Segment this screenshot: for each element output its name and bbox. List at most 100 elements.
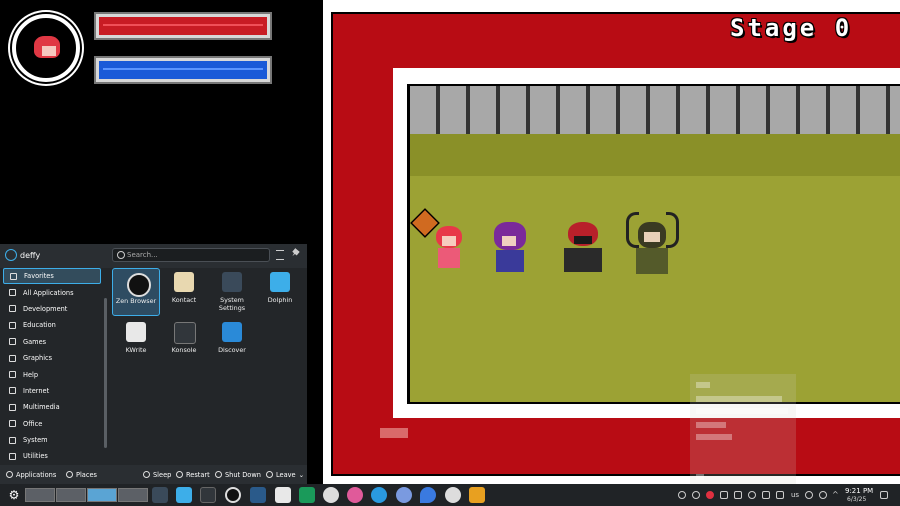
pin-icon[interactable] (290, 248, 300, 258)
store-icon (222, 322, 242, 342)
tab-applications[interactable]: Applications (6, 468, 56, 481)
settings-icon (222, 272, 242, 292)
launcher-footer: Applications Places Sleep Restart Shut D… (0, 465, 307, 484)
record-icon[interactable] (706, 491, 714, 499)
category-scrollbar[interactable] (104, 298, 107, 448)
document-icon (9, 420, 16, 428)
obs-icon[interactable] (445, 487, 461, 503)
search-icon (117, 251, 125, 259)
pager-desktop-4[interactable] (118, 488, 148, 502)
wifi-icon[interactable] (819, 491, 827, 499)
category-internet[interactable]: Internet (3, 383, 101, 399)
floor-shadow (410, 134, 900, 176)
app-kontact[interactable]: Kontact (160, 268, 208, 316)
disk-icon[interactable] (748, 491, 756, 499)
chevron-down-icon: ⌄ (298, 470, 305, 479)
username: deffy (20, 251, 41, 260)
category-help[interactable]: Help (3, 366, 101, 382)
media-icon (9, 403, 16, 411)
category-office[interactable]: Office (3, 416, 101, 432)
palette-icon (9, 354, 16, 362)
category-utilities[interactable]: Utilities (3, 448, 101, 461)
horned-character (626, 212, 679, 276)
app-kwrite[interactable]: KWrite (112, 318, 160, 366)
github-icon[interactable] (323, 487, 339, 503)
search-box[interactable] (112, 248, 270, 262)
zen-browser-icon (127, 273, 151, 297)
category-development[interactable]: Development (3, 301, 101, 317)
clipboard-icon[interactable] (734, 491, 742, 499)
category-all-applications[interactable]: All Applications (3, 284, 101, 300)
star-icon (10, 272, 17, 280)
app-dolphin[interactable]: Dolphin (256, 268, 304, 316)
toolbox-icon (9, 452, 16, 460)
send-icon[interactable] (720, 491, 728, 499)
leave-button[interactable]: Leave ⌄ (266, 468, 304, 481)
category-multimedia[interactable]: Multimedia (3, 399, 101, 415)
favorites-grid: Zen Browser Kontact System Settings Dolp… (110, 268, 307, 461)
corner-marker (380, 428, 408, 438)
settings-icon[interactable] (152, 487, 168, 503)
folder-icon[interactable] (176, 487, 192, 503)
mana-bar (94, 56, 272, 84)
book-icon (9, 321, 16, 329)
shutdown-button[interactable]: Shut Down (215, 468, 261, 481)
moon-icon (143, 471, 150, 478)
sleep-button[interactable]: Sleep (143, 468, 171, 481)
faded-context-menu (690, 374, 796, 484)
clock-time[interactable]: 9:21 PM (845, 487, 873, 495)
app-discover[interactable]: Discover (208, 318, 256, 366)
filter-icon[interactable] (276, 250, 284, 260)
category-favorites[interactable]: Favorites (3, 268, 101, 285)
android-studio-icon[interactable] (299, 487, 315, 503)
color-picker-icon[interactable] (347, 487, 363, 503)
folder-icon (270, 272, 290, 292)
power-icon (215, 471, 222, 478)
bell-icon[interactable] (678, 491, 686, 499)
telegram-icon[interactable] (371, 487, 387, 503)
category-system[interactable]: System (3, 432, 101, 448)
mage-character (488, 222, 532, 274)
avatar[interactable] (5, 249, 17, 261)
volume-icon[interactable] (762, 491, 770, 499)
kontact-icon (174, 272, 194, 292)
application-launcher: deffy Favorites All Applications Develop… (0, 244, 307, 484)
pager-desktop-1[interactable] (25, 488, 55, 502)
app-konsole[interactable]: Konsole (160, 318, 208, 366)
category-education[interactable]: Education (3, 317, 101, 333)
steam-icon[interactable] (692, 491, 700, 499)
bluetooth-icon[interactable] (805, 491, 813, 499)
keyboard-layout[interactable]: us (791, 491, 799, 499)
app-system-settings[interactable]: System Settings (208, 268, 256, 316)
tab-places[interactable]: Places (66, 468, 97, 481)
wrench-icon (9, 305, 16, 313)
gamepad-icon (9, 338, 16, 346)
globe-icon (9, 387, 16, 395)
search-input[interactable] (127, 249, 257, 261)
app-zen-browser[interactable]: Zen Browser (112, 268, 160, 316)
discord-icon[interactable] (396, 487, 412, 503)
category-games[interactable]: Games (3, 334, 101, 350)
text-editor-icon (126, 322, 146, 342)
w-app-icon[interactable] (469, 487, 485, 503)
health-bar (94, 12, 272, 40)
clock-date[interactable]: 6/3/25 (847, 496, 866, 503)
twitch-icon[interactable] (275, 487, 291, 503)
hero-character (428, 222, 468, 272)
restart-icon (176, 471, 183, 478)
zen-browser-icon[interactable] (225, 487, 241, 503)
show-desktop-icon[interactable] (880, 491, 888, 499)
restart-button[interactable]: Restart (176, 468, 210, 481)
chevron-up-icon[interactable]: ^ (832, 491, 840, 499)
microphone-icon[interactable] (776, 491, 784, 499)
terminal-icon[interactable] (200, 487, 216, 503)
water-drop-icon[interactable] (420, 487, 436, 503)
taskbar: ⚙ us ^ 9:21 PM 6/3/25 (0, 484, 900, 506)
app-launcher-icon[interactable]: ⚙ (6, 487, 22, 503)
portrait-face (42, 46, 56, 56)
category-graphics[interactable]: Graphics (3, 350, 101, 366)
stage-title: Stage 0 (730, 14, 853, 42)
pager-desktop-2[interactable] (56, 488, 86, 502)
game-icon[interactable] (250, 487, 266, 503)
pager-desktop-3[interactable] (87, 488, 117, 502)
